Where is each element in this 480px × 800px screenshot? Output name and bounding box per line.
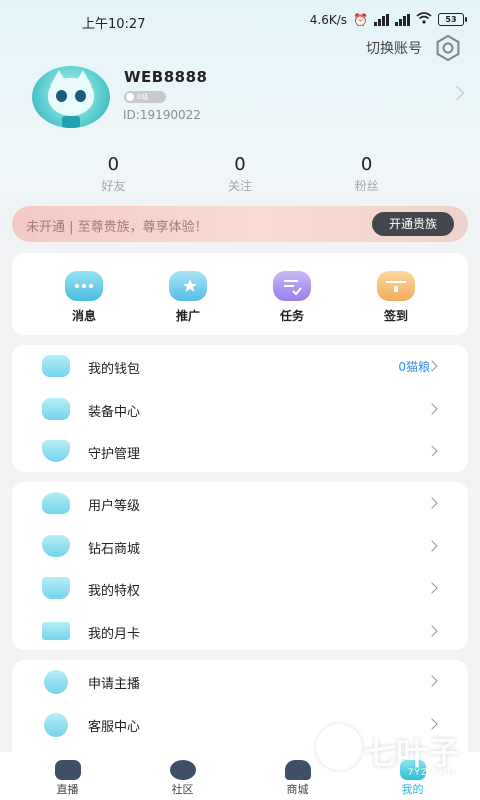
switch-account-button[interactable]: 切换账号 [366, 38, 422, 58]
alarm-icon: ⏰ [353, 12, 368, 27]
live-icon [54, 760, 81, 780]
tab-community[interactable]: 社区 [143, 752, 223, 800]
stat-value: 0 [107, 154, 120, 175]
support-icon [44, 712, 68, 737]
stat-friends[interactable]: 0 好友 [63, 154, 163, 194]
quick-action-label: 消息 [71, 309, 96, 323]
chevron-right-icon [426, 624, 438, 637]
tab-label: 直播 [56, 783, 79, 796]
avatar-tv [62, 116, 80, 128]
stat-label: 关注 [227, 179, 252, 193]
stat-label: 粉丝 [354, 179, 379, 193]
menu-item-guardian[interactable]: 守护管理 [12, 430, 468, 473]
battery-icon: 53 [438, 13, 467, 26]
flower-logo-icon [316, 724, 362, 770]
menu-item-label: 申请主播 [88, 677, 141, 692]
chevron-right-icon [426, 497, 438, 509]
stat-following[interactable]: 0 关注 [190, 154, 290, 194]
activate-vip-button[interactable]: 开通贵族 [372, 212, 454, 236]
menu-item-equipment[interactable]: 装备中心 [12, 388, 468, 431]
tab-label: 我的 [401, 783, 424, 796]
gear-icon[interactable] [434, 34, 462, 62]
tab-label: 商城 [286, 783, 309, 796]
chevron-right-icon [426, 402, 438, 415]
quick-action-promote[interactable]: 推广 [148, 253, 228, 335]
shield-icon [42, 440, 70, 462]
menu-item-label: 用户等级 [88, 499, 141, 514]
stat-fans[interactable]: 0 粉丝 [317, 154, 417, 194]
status-time: 上午10:27 [82, 17, 146, 32]
signal-icon-2 [395, 13, 410, 26]
avatar-cat-face [48, 78, 94, 116]
menu-item-apply-anchor[interactable]: 申请主播 [12, 660, 468, 703]
quick-action-label: 签到 [383, 309, 408, 323]
quick-action-label: 推广 [175, 309, 200, 323]
status-indicators: 4.6K/s ⏰ 53 [309, 12, 467, 27]
network-speed: 4.6K/s [309, 12, 348, 27]
menu-group-account: 用户等级 钻石商城 我的特权 我的月卡 [12, 482, 468, 650]
chevron-right-icon [426, 445, 438, 457]
signal-icon [374, 13, 389, 26]
level-badge: 0级 [124, 91, 166, 103]
quick-actions-card: 消息 推广 任务 签到 [12, 253, 468, 335]
avatar-eye [75, 90, 86, 102]
menu-item-wallet[interactable]: 我的钱包 0猫粮 [12, 345, 468, 388]
avatar[interactable] [32, 66, 110, 128]
vip-banner[interactable]: 未开通 | 至尊贵族，尊享体验！ 开通贵族 [12, 206, 468, 242]
menu-item-label: 我的月卡 [88, 626, 141, 642]
avatar-eye [56, 90, 67, 102]
chat-icon [65, 271, 103, 301]
microphone-icon [44, 670, 68, 694]
quick-action-messages[interactable]: 消息 [44, 253, 124, 335]
quick-action-label: 任务 [279, 309, 304, 323]
star-icon [42, 492, 70, 514]
chevron-right-icon [426, 582, 438, 594]
chevron-right-icon [426, 539, 438, 552]
menu-item-label: 我的特权 [88, 584, 141, 599]
tab-live[interactable]: 直播 [28, 752, 108, 800]
menu-item-label: 我的钱包 [88, 362, 141, 377]
menu-item-label: 客服中心 [88, 719, 141, 735]
menu-item-user-level[interactable]: 用户等级 [12, 482, 468, 525]
stat-value: 0 [234, 154, 246, 175]
crown-icon [42, 577, 70, 599]
task-icon [273, 271, 311, 301]
card-icon [42, 621, 70, 640]
quick-action-checkin[interactable]: 签到 [356, 253, 436, 335]
diamond-icon [42, 534, 70, 557]
stat-label: 好友 [101, 179, 126, 193]
shop-icon [284, 760, 311, 780]
quick-action-tasks[interactable]: 任务 [252, 253, 332, 335]
level-dot [126, 93, 134, 101]
menu-item-diamond-shop[interactable]: 钻石商城 [12, 525, 468, 568]
stat-value: 0 [360, 154, 373, 175]
menu-item-privileges[interactable]: 我的特权 [12, 567, 468, 610]
vip-banner-text: 未开通 | 至尊贵族，尊享体验！ [26, 220, 208, 235]
username: WEB8888 [124, 68, 208, 86]
stats-row: 0 好友 0 关注 0 粉丝 [0, 154, 480, 194]
equipment-icon [42, 397, 70, 420]
menu-item-label: 钻石商城 [88, 541, 141, 557]
megaphone-icon [169, 271, 207, 301]
menu-item-monthly-card[interactable]: 我的月卡 [12, 610, 468, 653]
watermark: 七叶子 7YZ.COM [316, 722, 466, 782]
chevron-right-icon [426, 675, 438, 687]
calendar-icon [377, 271, 415, 301]
chevron-right-icon[interactable] [449, 85, 465, 101]
level-badge-label: 0级 [137, 93, 149, 101]
menu-item-label: 守护管理 [88, 447, 141, 462]
tab-label: 社区 [171, 783, 194, 796]
user-id: ID:19190022 [123, 108, 201, 122]
wallet-balance: 0猫粮 [398, 360, 430, 374]
menu-item-label: 装备中心 [88, 404, 141, 420]
watermark-url: 7YZ.COM [407, 768, 456, 778]
menu-group-wallet: 我的钱包 0猫粮 装备中心 守护管理 [12, 345, 468, 472]
wifi-icon [416, 12, 432, 27]
status-bar: 上午10:27 4.6K/s ⏰ 53 [0, 0, 480, 40]
wallet-icon [42, 355, 70, 377]
community-icon [169, 760, 196, 780]
profile-header[interactable]: WEB8888 0级 ID:19190022 [32, 66, 465, 130]
